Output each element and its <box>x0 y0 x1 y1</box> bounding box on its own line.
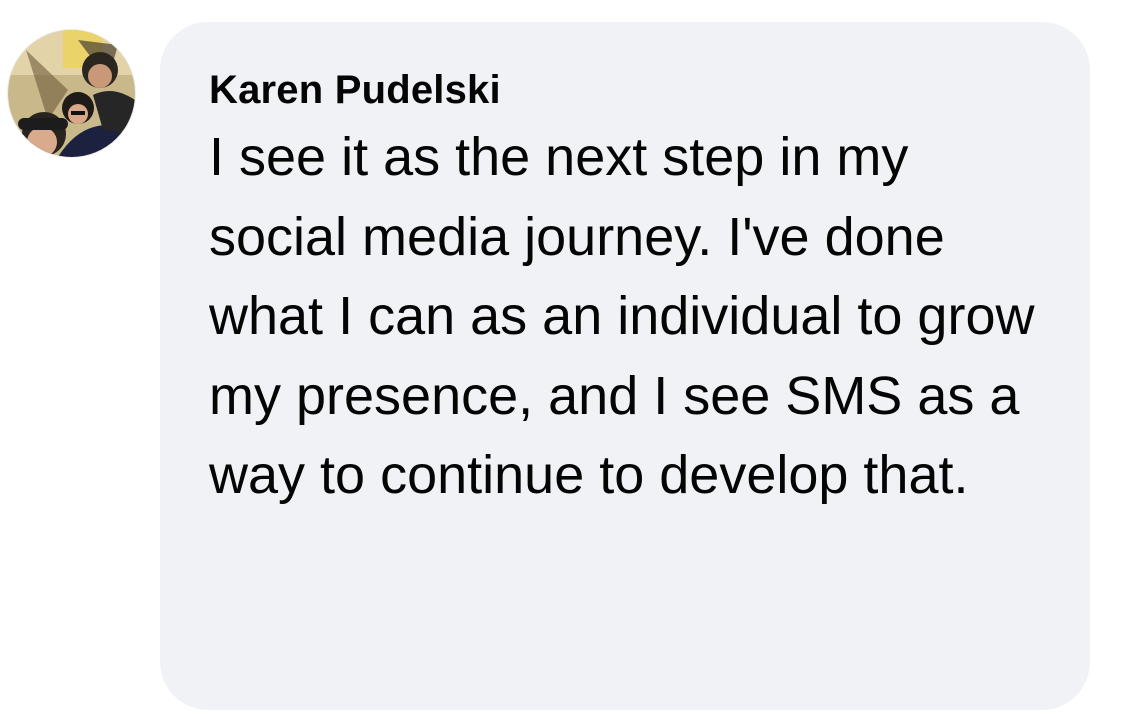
avatar[interactable] <box>8 30 135 157</box>
comment-text: I see it as the next step in my social m… <box>209 127 1035 505</box>
profile-photo-icon <box>8 30 135 157</box>
comment-author[interactable]: Karen Pudelski <box>209 64 1050 116</box>
comment-bubble: Karen Pudelski I see it as the next step… <box>160 22 1090 710</box>
